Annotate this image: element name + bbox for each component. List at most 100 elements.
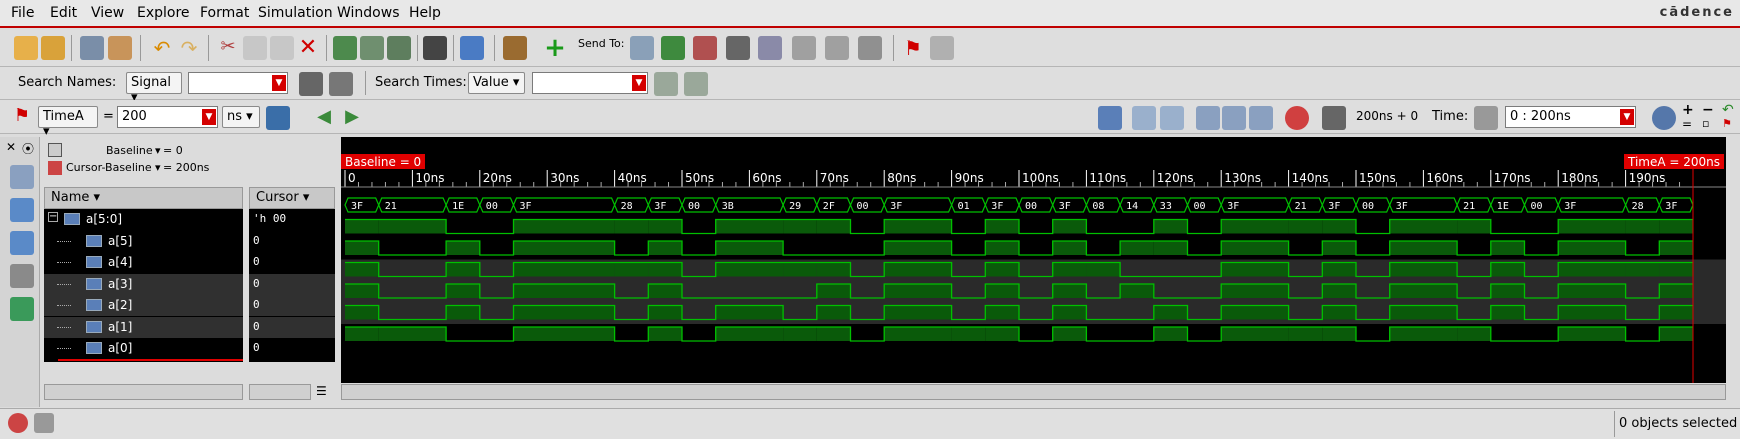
menu-help[interactable]: Help — [409, 5, 441, 21]
time-tick-label: 50ns — [685, 171, 714, 185]
zoom-equal-icon[interactable]: = — [1682, 117, 1692, 131]
open-folder-icon[interactable] — [41, 36, 65, 60]
send-to-source-icon[interactable] — [693, 36, 717, 60]
search-times-dropdown-icon[interactable]: ▼ — [632, 75, 646, 91]
menu-edit[interactable]: Edit — [50, 5, 77, 21]
stop-icon[interactable] — [1285, 106, 1309, 130]
paste-icon[interactable] — [270, 36, 294, 60]
open-icon[interactable] — [14, 36, 38, 60]
settings-status-icon[interactable] — [34, 413, 54, 433]
signal-flow-icon[interactable] — [10, 231, 34, 255]
marker-select[interactable]: TimeA ▾ — [38, 106, 98, 139]
ungroup-icon[interactable] — [387, 36, 411, 60]
name-hscrollbar[interactable] — [44, 384, 243, 400]
search-names-input[interactable]: ▼ — [188, 72, 288, 94]
pointer-icon[interactable] — [930, 36, 954, 60]
send-to-memory-icon[interactable] — [825, 36, 849, 60]
save-all-icon[interactable] — [108, 36, 132, 60]
step-icon[interactable] — [1196, 106, 1220, 130]
search-times-type-select[interactable]: Value ▾ — [468, 72, 525, 94]
send-to-watch-icon[interactable] — [858, 36, 882, 60]
stop-status-icon[interactable] — [8, 413, 28, 433]
marker-flag-icon[interactable]: ⚑ — [10, 105, 34, 129]
time-value-input[interactable]: 200 ▼ — [117, 106, 218, 128]
menu-windows[interactable]: Windows — [337, 5, 400, 21]
search-names-binoculars-icon[interactable] — [299, 72, 323, 96]
cursor-hscrollbar[interactable] — [249, 384, 311, 400]
binoculars-icon[interactable] — [423, 36, 447, 60]
sim-clock-icon[interactable] — [1322, 106, 1346, 130]
cursor-baseline-icon[interactable] — [48, 161, 62, 175]
menu-explore[interactable]: Explore — [137, 5, 190, 21]
baseline-zoom-icon[interactable] — [48, 143, 62, 157]
search-times-next-icon[interactable] — [684, 72, 708, 96]
signal-row[interactable]: a[1] — [44, 316, 243, 338]
flag-icon[interactable]: ⚑ — [901, 36, 925, 60]
signal-row[interactable]: a[0] — [44, 338, 243, 359]
menu-view[interactable]: View — [91, 5, 124, 21]
zoom-marker-icon[interactable]: ⚑ — [1722, 117, 1732, 130]
send-to-waveform-icon[interactable] — [661, 36, 685, 60]
design-browser-icon[interactable] — [10, 165, 34, 189]
list-options-icon[interactable]: ☰ — [316, 384, 327, 398]
step-over-icon[interactable] — [1249, 106, 1273, 130]
zoom-out-icon[interactable]: − — [1702, 102, 1714, 118]
menu-format[interactable]: Format — [200, 5, 249, 21]
cursor-mode-icon[interactable] — [266, 106, 290, 130]
time-unit-select[interactable]: ns ▾ — [222, 106, 260, 128]
rewind-icon[interactable] — [1160, 106, 1184, 130]
redo-icon[interactable]: ↷ — [177, 36, 201, 60]
search-times-prev-icon[interactable] — [654, 72, 678, 96]
send-to-schematic-icon[interactable] — [726, 36, 750, 60]
float-icon[interactable]: ⦿ — [22, 140, 34, 157]
zoom-fit-icon[interactable] — [1652, 106, 1676, 130]
delete-icon[interactable]: ✕ — [296, 36, 320, 60]
step-into-icon[interactable] — [1222, 106, 1246, 130]
send-to-table-icon[interactable] — [792, 36, 816, 60]
waveform-area[interactable]: Baseline = 0 TimeA = 200ns 0 10ns 20ns 30ns 40… — [341, 137, 1726, 383]
time-value-dropdown-icon[interactable]: ▼ — [202, 109, 216, 125]
pause-icon[interactable] — [1132, 106, 1156, 130]
add-icon[interactable]: + — [543, 35, 567, 61]
signal-row[interactable]: a[3] — [44, 273, 243, 295]
name-column-header[interactable]: Name ▾ — [44, 187, 243, 209]
collapse-icon[interactable]: − — [48, 212, 58, 222]
search-names-next-icon[interactable] — [329, 72, 353, 96]
prev-edge-icon[interactable]: ◀ — [312, 106, 336, 130]
close-icon[interactable]: ✕ — [6, 140, 16, 154]
schematic-tracer-icon[interactable] — [10, 198, 34, 222]
run-icon[interactable] — [1098, 106, 1122, 130]
cursor-baseline-dropdown-icon[interactable]: ▾ — [155, 161, 161, 174]
create-bus-icon[interactable] — [333, 36, 357, 60]
send-to-register-icon[interactable] — [758, 36, 782, 60]
zoom-box-icon[interactable]: ▫ — [1702, 117, 1709, 130]
time-range-dropdown-icon[interactable]: ▼ — [1620, 109, 1634, 125]
time-range-input[interactable]: 0 : 200ns ▼ — [1505, 106, 1636, 128]
cut-icon[interactable]: ✂ — [216, 36, 240, 60]
register-window-icon[interactable] — [10, 264, 34, 288]
save-icon[interactable] — [80, 36, 104, 60]
send-to-browser-icon[interactable] — [630, 36, 654, 60]
waveform-window-icon[interactable] — [460, 36, 484, 60]
menu-file[interactable]: File — [11, 5, 34, 21]
time-range-icon[interactable] — [1474, 106, 1498, 130]
menu-simulation[interactable]: Simulation — [258, 5, 333, 21]
copy-icon[interactable] — [243, 36, 267, 60]
package-icon[interactable] — [503, 36, 527, 60]
signal-row[interactable]: a[2] — [44, 295, 243, 316]
signal-row[interactable]: a[5] — [44, 231, 243, 252]
signal-row[interactable]: − a[5:0] — [44, 209, 243, 230]
baseline-dropdown-icon[interactable]: ▾ — [155, 144, 161, 157]
search-names-dropdown-icon[interactable]: ▼ — [272, 75, 286, 91]
undo-icon[interactable]: ↶ — [150, 36, 174, 60]
search-times-input[interactable]: ▼ — [532, 72, 648, 94]
cursor-column-header[interactable]: Cursor ▾ — [249, 187, 335, 209]
search-names-type-select[interactable]: Signal ▾ — [126, 72, 182, 105]
waveform-tool-icon[interactable] — [10, 297, 34, 321]
waveform-hscrollbar[interactable] — [341, 384, 1726, 400]
zoom-in-icon[interactable]: + — [1682, 102, 1694, 118]
zoom-undo-icon[interactable]: ↶ — [1722, 102, 1734, 118]
expand-bus-icon[interactable] — [360, 36, 384, 60]
signal-row[interactable]: a[4] — [44, 252, 243, 273]
next-edge-icon[interactable]: ▶ — [340, 106, 364, 130]
